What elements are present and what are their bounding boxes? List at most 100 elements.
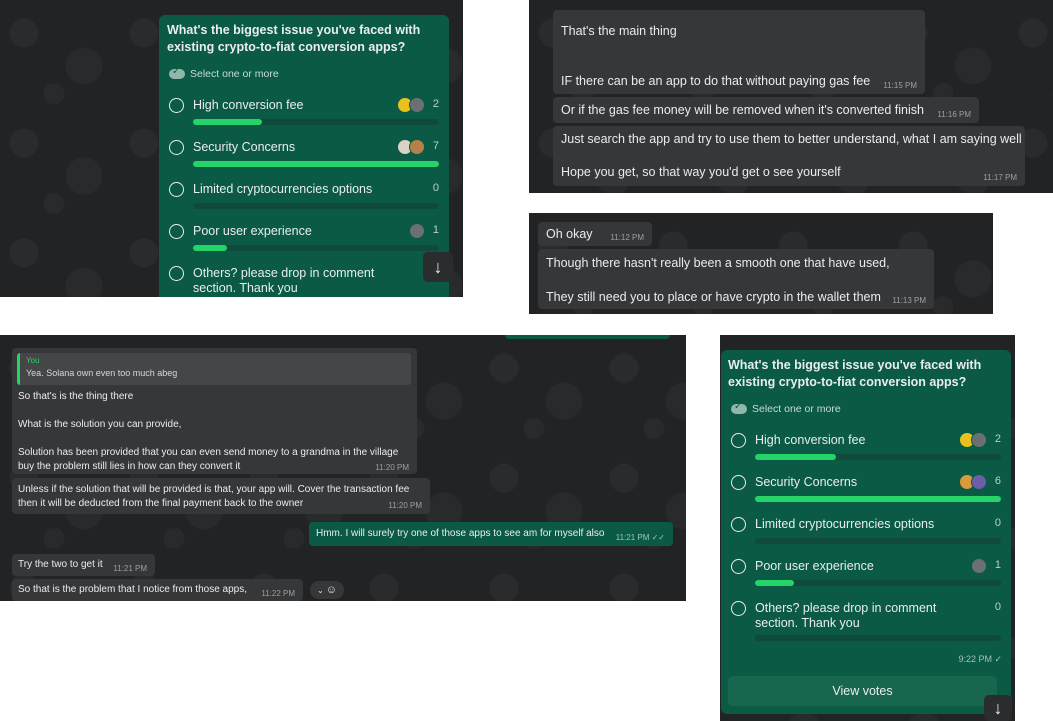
- option-label: High conversion fee: [755, 433, 866, 447]
- poll-option[interactable]: High conversion fee 2: [729, 431, 1001, 471]
- vote-count: 2: [432, 98, 439, 110]
- vote-bar-fill: [193, 161, 439, 167]
- chat-panel-poll-top: What's the biggest issue you've faced wi…: [0, 0, 463, 297]
- message-time: 9:22 PM ✓: [958, 654, 1002, 664]
- double-check-icon: [169, 66, 185, 79]
- vote-bar: [755, 496, 1001, 502]
- radio-circle-icon[interactable]: [731, 517, 746, 532]
- vote-bar: [193, 203, 439, 209]
- message-text: then it will be deducted from the final …: [18, 498, 304, 509]
- message-bubble[interactable]: Oh okay 11:12 PM: [538, 222, 652, 246]
- view-votes-button[interactable]: View votes: [728, 676, 997, 706]
- message-bubble[interactable]: Try the two to get it 11:21 PM: [12, 554, 155, 576]
- message-time: 11:13 PM: [892, 296, 926, 305]
- vote-bar: [755, 454, 1001, 460]
- radio-circle-icon[interactable]: [169, 98, 184, 113]
- option-label: Poor user experience: [755, 559, 874, 573]
- message-bubble[interactable]: Just search the app and try to use them …: [553, 126, 1025, 186]
- message-text: Hmm. I will surely try one of those apps…: [316, 528, 605, 539]
- react-button[interactable]: ⌄ ☺: [310, 581, 344, 599]
- radio-circle-icon[interactable]: [731, 475, 746, 490]
- message-text: Just search the app and try to use them …: [561, 132, 1022, 146]
- vote-count: 2: [994, 433, 1001, 445]
- vote-count: 1: [994, 559, 1001, 571]
- poll-option[interactable]: Poor user experience 1: [729, 557, 1001, 597]
- view-votes-label: View votes: [832, 684, 893, 698]
- poll-option[interactable]: Others? please drop in comment section. …: [729, 599, 1001, 649]
- scroll-down-button[interactable]: ↓: [423, 252, 453, 282]
- message-time: 11:20 PM: [375, 463, 409, 472]
- vote-bar-fill: [193, 119, 262, 125]
- emoji-smile-icon: ☺: [325, 584, 337, 596]
- poll-card: What's the biggest issue you've faced wi…: [159, 15, 449, 297]
- vote-count: 0: [994, 517, 1001, 529]
- message-bubble[interactable]: Unless if the solution that will be prov…: [12, 478, 430, 514]
- radio-circle-icon[interactable]: [169, 224, 184, 239]
- voter-avatars: [959, 474, 987, 490]
- vote-count: 6: [994, 475, 1001, 487]
- reply-text: Yea. Solana own even too much abeg: [26, 368, 178, 378]
- vote-count: 1: [432, 224, 439, 236]
- arrow-down-icon: ↓: [993, 697, 1003, 718]
- vote-bar: [755, 538, 1001, 544]
- chat-panel-poll-bottom: What's the biggest issue you've faced wi…: [720, 335, 1015, 721]
- poll-question: What's the biggest issue you've faced wi…: [728, 358, 982, 389]
- option-label: Others? please drop in comment section. …: [193, 266, 375, 295]
- message-text: Try the two to get it: [18, 559, 103, 570]
- message-bubble[interactable]: So that is the problem that I notice fro…: [12, 579, 303, 601]
- message-bubble[interactable]: Though there hasn't really been a smooth…: [538, 249, 934, 309]
- chevron-down-icon: ⌄: [317, 585, 324, 595]
- poll-select-hint: Select one or more: [731, 401, 841, 415]
- reply-quote[interactable]: You Yea. Solana own even too much abeg: [17, 353, 411, 385]
- radio-circle-icon[interactable]: [731, 601, 746, 616]
- voter-avatars: [397, 97, 425, 113]
- message-text: Solution has been provided that you can …: [18, 447, 399, 458]
- message-text: What is the solution you can provide,: [18, 419, 182, 430]
- radio-circle-icon[interactable]: [169, 182, 184, 197]
- voter-avatars: [959, 432, 987, 448]
- message-time: 11:16 PM: [937, 110, 971, 119]
- option-label: Security Concerns: [755, 475, 858, 489]
- vote-bar: [193, 161, 439, 167]
- message-time: 11:15 PM: [883, 81, 917, 90]
- double-check-icon: [731, 401, 747, 414]
- poll-option[interactable]: Security Concerns 6: [729, 473, 1001, 513]
- select-hint-text: Select one or more: [190, 68, 279, 80]
- poll-question: What's the biggest issue you've faced wi…: [167, 23, 421, 54]
- vote-bar-fill: [755, 580, 795, 586]
- message-text: Hope you get, so that way you'd get o se…: [561, 165, 841, 179]
- message-bubble[interactable]: That's the main thing IF there can be an…: [553, 10, 925, 94]
- message-time: 11:21 PM: [113, 564, 147, 573]
- vote-bar-fill: [755, 454, 837, 460]
- vote-bar: [193, 245, 439, 251]
- poll-option[interactable]: Security Concerns 7: [167, 138, 439, 178]
- poll-option[interactable]: Limited cryptocurrencies options 0: [167, 180, 439, 220]
- voter-avatars: [397, 139, 425, 155]
- message-text: They still need you to place or have cry…: [546, 290, 881, 304]
- radio-circle-icon[interactable]: [169, 140, 184, 155]
- option-label: Poor user experience: [193, 224, 312, 238]
- message-text: Oh okay: [546, 227, 593, 241]
- vote-bar: [193, 119, 439, 125]
- message-text: So that is the problem that I notice fro…: [18, 584, 248, 595]
- poll-option[interactable]: Poor user experience 1: [167, 222, 439, 262]
- message-bubble[interactable]: Or if the gas fee money will be removed …: [553, 97, 979, 123]
- select-hint-text: Select one or more: [752, 403, 841, 415]
- message-time: 11:17 PM: [983, 173, 1017, 182]
- message-bubble[interactable]: You Yea. Solana own even too much abeg S…: [12, 348, 417, 474]
- message-bubble-outgoing[interactable]: Hmm. I will surely try one of those apps…: [309, 522, 673, 546]
- poll-option[interactable]: Limited cryptocurrencies options 0: [729, 515, 1001, 555]
- radio-circle-icon[interactable]: [169, 266, 184, 281]
- vote-count: 0: [432, 182, 439, 194]
- message-text: That's the main thing: [561, 24, 677, 38]
- option-label: High conversion fee: [193, 98, 304, 112]
- vote-count: 7: [432, 140, 439, 152]
- radio-circle-icon[interactable]: [731, 559, 746, 574]
- poll-card: What's the biggest issue you've faced wi…: [721, 350, 1011, 714]
- message-text: IF there can be an app to do that withou…: [561, 74, 871, 88]
- poll-option[interactable]: High conversion fee 2: [167, 96, 439, 136]
- message-text: Or if the gas fee money will be removed …: [561, 103, 924, 117]
- scroll-down-button[interactable]: ↓: [984, 695, 1012, 721]
- radio-circle-icon[interactable]: [731, 433, 746, 448]
- poll-option[interactable]: Others? please drop in comment section. …: [167, 264, 439, 297]
